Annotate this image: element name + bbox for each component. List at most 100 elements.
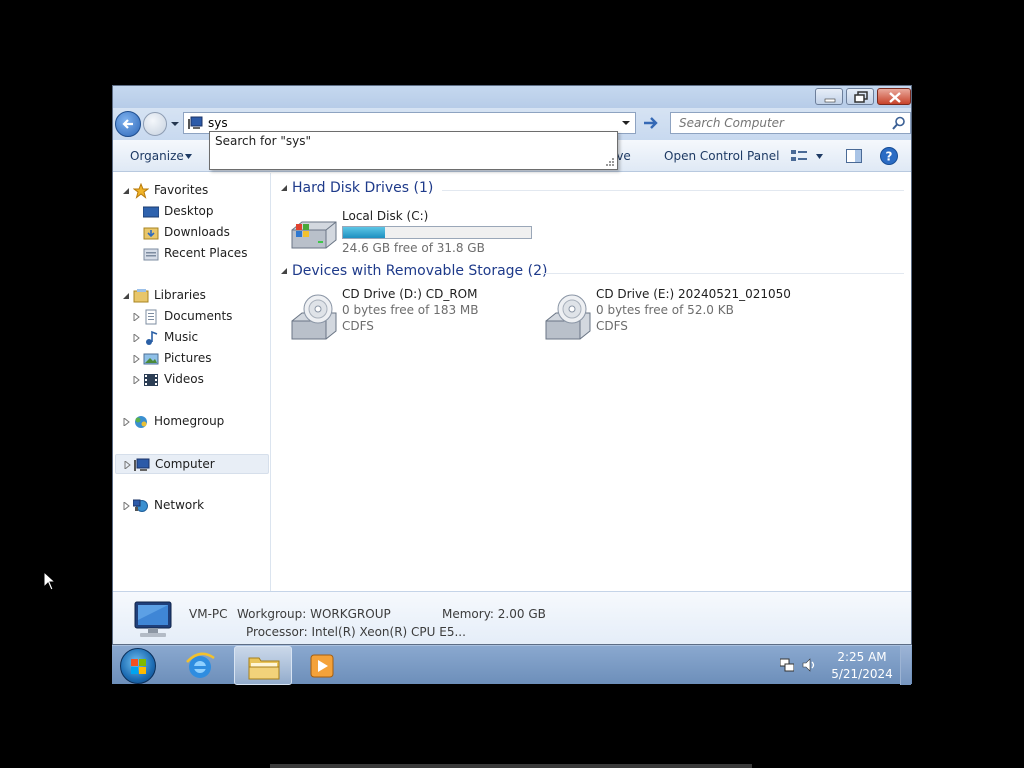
downloads-folder-icon	[143, 227, 159, 240]
group-collapse-triangle-icon[interactable]	[281, 184, 289, 192]
nav-item-downloads[interactable]: Downloads	[143, 223, 263, 243]
media-player-icon[interactable]	[310, 654, 334, 678]
clock-date[interactable]: 5/21/2024	[830, 667, 894, 681]
minimize-icon	[824, 98, 836, 103]
computer-icon	[188, 116, 203, 129]
back-button[interactable]	[115, 111, 141, 137]
search-icon[interactable]	[892, 116, 906, 130]
navigation-pane: Favorites Desktop Downloads Recent Place…	[113, 173, 271, 591]
collapsed-triangle-icon[interactable]	[123, 502, 131, 510]
collapsed-triangle-icon[interactable]	[124, 461, 132, 469]
help-icon[interactable]: ?	[880, 147, 898, 165]
nav-item-documents[interactable]: Documents	[133, 307, 263, 327]
nav-item-music[interactable]: Music	[133, 328, 263, 348]
address-dropdown-chevron-down-icon[interactable]	[619, 115, 633, 131]
folder-icon	[248, 657, 280, 680]
nav-item-desktop[interactable]: Desktop	[143, 202, 263, 222]
drive-item-cd-e[interactable]: CD Drive (E:) 20240521_021050 0 bytes fr…	[542, 287, 791, 343]
restore-button[interactable]	[846, 88, 874, 105]
resize-grip-icon[interactable]	[605, 157, 615, 167]
explorer-window: Search for "sys" Organize ive Open Contr…	[112, 85, 912, 645]
collapsed-triangle-icon[interactable]	[133, 334, 141, 342]
music-icon	[146, 330, 158, 345]
content-pane: Hard Disk Drives (1) Local Disk (C:) 24.…	[272, 173, 911, 591]
search-box[interactable]	[670, 112, 911, 134]
windows-explorer-taskbar-button[interactable]	[234, 646, 292, 685]
address-input[interactable]	[208, 115, 608, 131]
view-chevron-down-icon[interactable]	[816, 154, 823, 159]
computer-icon	[134, 601, 172, 637]
network-icon	[133, 499, 148, 512]
windows-logo-icon	[131, 659, 146, 674]
documents-icon	[145, 309, 157, 325]
change-view-icon[interactable]	[791, 149, 807, 163]
drive-name-local-disk: Local Disk (C:)	[342, 209, 429, 223]
nav-item-libraries[interactable]: Libraries	[123, 286, 263, 306]
computer-name: VM-PC	[189, 607, 228, 621]
drive-space-local-disk: 24.6 GB free of 31.8 GB	[342, 241, 485, 255]
disk-usage-bar	[342, 226, 532, 239]
removable-storage-header[interactable]: Devices with Removable Storage (2)	[292, 263, 547, 279]
drive-space-cd-e: 0 bytes free of 52.0 KB	[596, 303, 734, 317]
desktop-icon	[143, 206, 159, 218]
start-button[interactable]	[120, 648, 156, 684]
nav-label-recent-places: Recent Places	[164, 246, 248, 260]
nav-item-favorites[interactable]: Favorites	[123, 181, 263, 201]
nav-item-pictures[interactable]: Pictures	[133, 349, 263, 369]
nav-item-recent-places[interactable]: Recent Places	[143, 244, 263, 264]
preview-pane-icon[interactable]	[846, 149, 862, 163]
nav-item-homegroup[interactable]: Homegroup	[123, 412, 263, 432]
computer-icon	[134, 458, 150, 471]
go-arrow-icon[interactable]	[640, 112, 662, 134]
recent-places-icon	[143, 248, 159, 261]
workgroup-label: Workgroup: WORKGROUP	[237, 607, 391, 621]
drive-space-cd-d: 0 bytes free of 183 MB	[342, 303, 479, 317]
clock-time[interactable]: 2:25 AM	[832, 650, 892, 664]
expand-triangle-icon[interactable]	[123, 292, 131, 300]
group-collapse-triangle-icon[interactable]	[281, 267, 289, 275]
nav-label-videos: Videos	[164, 372, 204, 386]
hard-drive-icon	[291, 221, 337, 249]
internet-explorer-icon[interactable]	[184, 650, 216, 682]
nav-item-network[interactable]: Network	[123, 496, 263, 516]
nav-label-network: Network	[154, 498, 205, 512]
group-divider	[542, 273, 904, 274]
videos-icon	[144, 374, 158, 386]
collapsed-triangle-icon[interactable]	[133, 313, 141, 321]
drive-item-local-disk[interactable]: Local Disk (C:) 24.6 GB free of 31.8 GB	[288, 209, 548, 255]
collapsed-triangle-icon[interactable]	[133, 376, 141, 384]
homegroup-icon	[135, 416, 147, 428]
show-desktop-button[interactable]	[900, 646, 911, 685]
processor-label: Processor: Intel(R) Xeon(R) CPU E5...	[246, 625, 466, 639]
nav-label-desktop: Desktop	[164, 204, 214, 218]
search-suggestion-item[interactable]: Search for "sys"	[215, 134, 311, 148]
hard-disk-drives-header[interactable]: Hard Disk Drives (1)	[292, 180, 433, 196]
libraries-icon	[133, 289, 149, 303]
star-icon	[133, 183, 149, 199]
memory-label: Memory: 2.00 GB	[442, 607, 546, 621]
collapsed-triangle-icon[interactable]	[123, 418, 131, 426]
collapsed-triangle-icon[interactable]	[133, 355, 141, 363]
open-control-panel-button[interactable]: Open Control Panel	[664, 149, 779, 163]
disk-usage-fill	[343, 227, 385, 238]
organize-button[interactable]: Organize	[130, 149, 184, 163]
close-button[interactable]	[877, 88, 911, 105]
drive-item-cd-d[interactable]: CD Drive (D:) CD_ROM 0 bytes free of 183…	[288, 287, 518, 343]
nav-item-computer[interactable]: Computer	[115, 454, 269, 474]
title-bar[interactable]	[113, 86, 911, 108]
nav-label-libraries: Libraries	[154, 288, 206, 302]
recent-pages-chevron-down-icon[interactable]	[170, 119, 180, 129]
forward-button[interactable]	[143, 112, 167, 136]
nav-item-videos[interactable]: Videos	[133, 370, 263, 390]
mouse-cursor-icon	[43, 571, 55, 591]
expand-triangle-icon[interactable]	[123, 187, 131, 195]
drive-name-cd-d: CD Drive (D:) CD_ROM	[342, 287, 478, 301]
volume-icon[interactable]	[802, 658, 818, 672]
minimize-button[interactable]	[815, 88, 843, 105]
drive-fs-cd-e: CDFS	[596, 319, 628, 333]
drive-fs-cd-d: CDFS	[342, 319, 374, 333]
close-icon	[889, 92, 901, 103]
organize-chevron-down-icon	[185, 154, 192, 159]
network-status-icon[interactable]	[780, 658, 794, 672]
search-input[interactable]	[679, 116, 879, 130]
